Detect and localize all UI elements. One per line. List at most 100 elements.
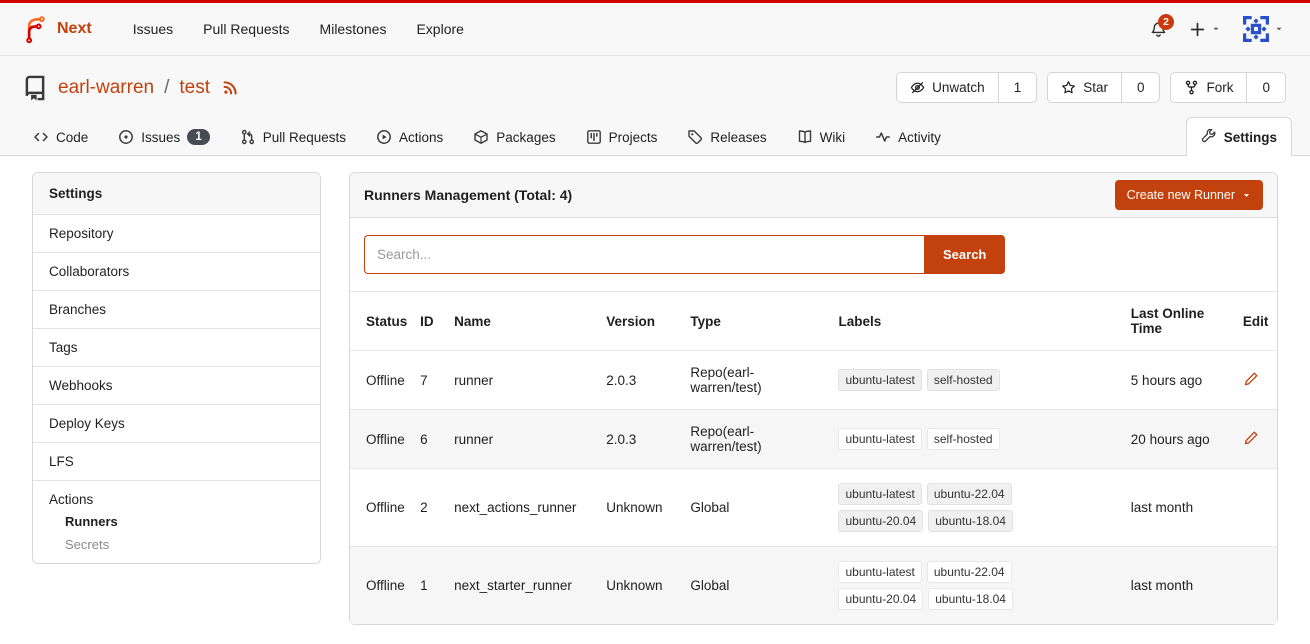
tab-issues[interactable]: Issues 1: [103, 117, 224, 156]
runner-label-chip: self-hosted: [927, 428, 1000, 450]
sidebar-item-repository[interactable]: Repository: [33, 214, 320, 252]
star-button[interactable]: Star: [1048, 73, 1121, 102]
star-icon: [1061, 80, 1076, 95]
runner-label-chip: ubuntu-22.04: [927, 561, 1012, 583]
runner-label-chip: ubuntu-latest: [838, 369, 921, 391]
plus-icon: [1189, 21, 1206, 38]
user-menu-button[interactable]: [1243, 16, 1284, 42]
panel-header: Runners Management (Total: 4) Create new…: [350, 173, 1277, 218]
fork-count[interactable]: 0: [1246, 73, 1285, 102]
fork-button[interactable]: Fork: [1171, 73, 1246, 102]
content: SettingsRepositoryCollaboratorsBranchesT…: [0, 156, 1310, 641]
project-board-icon: [586, 129, 602, 145]
column-header-type: Type: [682, 292, 830, 351]
sidebar-header: Settings: [33, 173, 320, 214]
runner-edit-cell: [1235, 351, 1277, 410]
create-runner-button[interactable]: Create new Runner: [1115, 180, 1263, 210]
runner-edit-cell: [1235, 547, 1277, 625]
edit-runner-button[interactable]: [1243, 430, 1259, 446]
runner-version: 2.0.3: [598, 351, 682, 410]
runner-type: Repo(earl-warren/test): [682, 410, 830, 469]
runner-version: Unknown: [598, 469, 682, 547]
sidebar-item-tags[interactable]: Tags: [33, 328, 320, 366]
home-link[interactable]: Next: [20, 15, 92, 44]
chevron-down-icon: [1211, 24, 1221, 34]
runner-status: Offline: [350, 547, 412, 625]
runner-last-online: last month: [1123, 547, 1235, 625]
runner-label-chip: ubuntu-18.04: [928, 510, 1013, 532]
sidebar-item-deploy-keys[interactable]: Deploy Keys: [33, 404, 320, 442]
fork-icon: [1184, 80, 1199, 95]
repo-separator: /: [164, 77, 169, 99]
tab-packages[interactable]: Packages: [458, 117, 570, 156]
tab-code[interactable]: Code: [18, 117, 103, 156]
notifications-button[interactable]: 2: [1150, 21, 1167, 38]
unwatch-count[interactable]: 1: [998, 73, 1037, 102]
repo-header: earl-warren / test Unwatch 1 Star 0: [0, 56, 1310, 113]
tab-activity[interactable]: Activity: [860, 117, 956, 156]
star-count[interactable]: 0: [1121, 73, 1160, 102]
sidebar-item-collaborators[interactable]: Collaborators: [33, 252, 320, 290]
tab-pull-requests[interactable]: Pull Requests: [225, 117, 361, 156]
tab-releases[interactable]: Releases: [672, 117, 781, 156]
column-header-name: Name: [446, 292, 598, 351]
page: Next IssuesPull RequestsMilestonesExplor…: [0, 0, 1310, 641]
code-icon: [33, 129, 49, 145]
table-header-row: StatusIDNameVersionTypeLabelsLast Online…: [350, 292, 1277, 351]
edit-runner-button[interactable]: [1243, 371, 1259, 387]
runner-name: runner: [446, 410, 598, 469]
runner-label-chip: self-hosted: [927, 369, 1000, 391]
column-header-labels: Labels: [830, 292, 1122, 351]
tab-projects[interactable]: Projects: [571, 117, 673, 156]
runner-last-online: 20 hours ago: [1123, 410, 1235, 469]
navbar-left: Next IssuesPull RequestsMilestonesExplor…: [20, 15, 479, 44]
settings-sidebar: SettingsRepositoryCollaboratorsBranchesT…: [32, 172, 321, 564]
sidebar-item-runners[interactable]: Runners: [49, 507, 304, 530]
tab-wiki[interactable]: Wiki: [782, 117, 861, 156]
brand-name: Next: [57, 20, 92, 38]
sidebar-item-lfs[interactable]: LFS: [33, 442, 320, 480]
runners-panel: Runners Management (Total: 4) Create new…: [349, 172, 1278, 625]
runner-edit-cell: [1235, 469, 1277, 547]
sidebar-item-branches[interactable]: Branches: [33, 290, 320, 328]
search-input[interactable]: [364, 235, 924, 274]
unwatch-button[interactable]: Unwatch: [897, 73, 998, 102]
tab-settings[interactable]: Settings: [1186, 117, 1292, 156]
repo-actions: Unwatch 1 Star 0 Fork 0: [896, 72, 1286, 103]
runner-status: Offline: [350, 469, 412, 547]
tab-activity-label: Activity: [898, 130, 941, 145]
top-navbar: Next IssuesPull RequestsMilestonesExplor…: [0, 3, 1310, 56]
runner-version: 2.0.3: [598, 410, 682, 469]
runner-label-chip: ubuntu-latest: [838, 483, 921, 505]
nav-link-pull-requests[interactable]: Pull Requests: [188, 13, 304, 45]
runner-label-chip: ubuntu-18.04: [928, 588, 1013, 610]
search-button[interactable]: Search: [924, 235, 1005, 274]
navbar-right: 2: [1150, 16, 1290, 42]
sidebar-item-secrets[interactable]: Secrets: [49, 530, 304, 553]
create-runner-label: Create new Runner: [1127, 188, 1235, 202]
sidebar-group-actions: ActionsRunnersSecrets: [33, 480, 320, 563]
repo-name-link[interactable]: test: [179, 77, 210, 99]
pencil-icon: [1243, 430, 1259, 446]
repo-owner-link[interactable]: earl-warren: [58, 77, 154, 99]
package-icon: [473, 129, 489, 145]
tab-wiki-label: Wiki: [820, 130, 846, 145]
nav-link-milestones[interactable]: Milestones: [305, 13, 402, 45]
nav-link-explore[interactable]: Explore: [401, 13, 478, 45]
pulse-icon: [875, 129, 891, 145]
runner-id: 1: [412, 547, 446, 625]
nav-link-issues[interactable]: Issues: [118, 13, 188, 45]
notification-count-badge: 2: [1158, 14, 1174, 30]
runner-row: Offline 1 next_starter_runner Unknown Gl…: [350, 547, 1277, 625]
column-header-last-online-time: Last Online Time: [1123, 292, 1235, 351]
rss-feed-button[interactable]: [222, 79, 239, 96]
star-label: Star: [1083, 80, 1108, 95]
fork-label: Fork: [1206, 80, 1233, 95]
runner-status: Offline: [350, 351, 412, 410]
runner-labels: ubuntu-latestubuntu-22.04ubuntu-20.04ubu…: [830, 469, 1122, 547]
create-new-menu-button[interactable]: [1189, 21, 1221, 38]
runner-label-chip: ubuntu-20.04: [838, 588, 923, 610]
sidebar-item-actions[interactable]: Actions: [49, 492, 304, 507]
sidebar-item-webhooks[interactable]: Webhooks: [33, 366, 320, 404]
tab-actions[interactable]: Actions: [361, 117, 458, 156]
